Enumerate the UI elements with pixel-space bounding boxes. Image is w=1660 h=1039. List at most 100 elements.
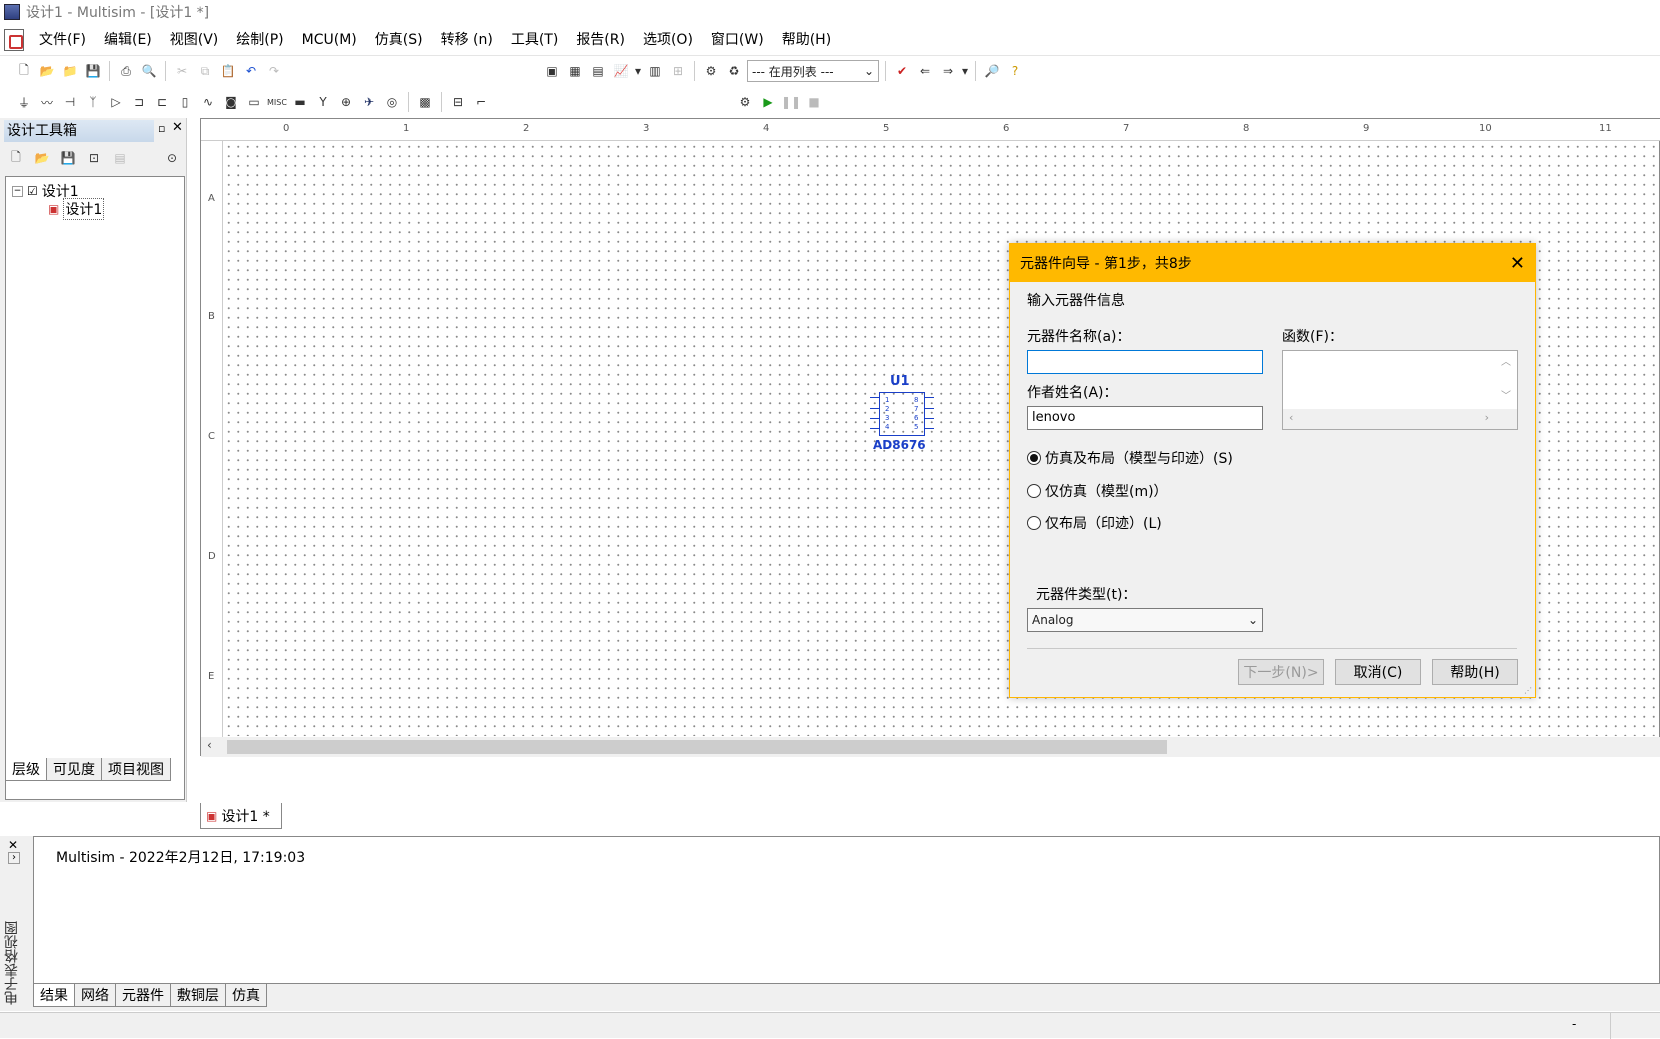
close-icon[interactable]: ✕ xyxy=(172,120,183,135)
paste-icon[interactable]: 📋 xyxy=(218,61,238,81)
advanced-peripherals-icon[interactable]: ▬ xyxy=(290,92,310,112)
scroll-up-icon[interactable]: ︿ xyxy=(1501,353,1511,368)
breadboard-icon[interactable]: ⊞ xyxy=(668,61,688,81)
bus-icon[interactable]: ⌐ xyxy=(471,92,491,112)
scroll-down-icon[interactable]: ﹀ xyxy=(1501,387,1511,402)
menu-place[interactable]: 绘制(P) xyxy=(227,24,292,56)
project-icon[interactable]: ⊙ xyxy=(162,148,182,168)
menu-window[interactable]: 窗口(W) xyxy=(702,24,773,56)
rf-icon[interactable]: Y xyxy=(313,92,333,112)
scroll-left-icon[interactable]: ‹ xyxy=(1289,411,1293,424)
document-tab[interactable]: ▣ 设计1 * xyxy=(200,803,282,829)
print-icon[interactable]: ⎙ xyxy=(116,61,136,81)
radio-sim-only[interactable] xyxy=(1027,484,1041,498)
menu-tools[interactable]: 工具(T) xyxy=(502,24,567,56)
tab-copper-layers[interactable]: 敷铜层 xyxy=(170,984,226,1007)
function-textarea[interactable]: ︿ ﹀ ‹ › xyxy=(1282,350,1518,430)
menu-reports[interactable]: 报告(R) xyxy=(567,24,634,56)
electromechanical-icon[interactable]: ⊕ xyxy=(336,92,356,112)
close-icon[interactable]: ✕ xyxy=(1510,253,1525,274)
copy-icon[interactable]: ⧉ xyxy=(195,61,215,81)
radio-sim-layout[interactable] xyxy=(1027,451,1041,465)
open-folder-icon[interactable]: 📂 xyxy=(32,148,52,168)
redo-icon[interactable]: ↷ xyxy=(264,61,284,81)
document-icon[interactable] xyxy=(4,28,24,51)
inuse-list-dropdown[interactable]: --- 在用列表 --- ⌄ xyxy=(747,60,879,82)
tab-components[interactable]: 元器件 xyxy=(115,984,171,1007)
cancel-button[interactable]: 取消(C) xyxy=(1335,659,1421,685)
diode-icon[interactable]: ⊣ xyxy=(60,92,80,112)
ttl-icon[interactable]: ⊐ xyxy=(129,92,149,112)
save-icon[interactable]: 💾 xyxy=(83,61,103,81)
menu-options[interactable]: 选项(O) xyxy=(634,24,702,56)
component-name-input[interactable] xyxy=(1027,350,1263,374)
cut-icon[interactable]: ✂ xyxy=(172,61,192,81)
horizontal-scrollbar[interactable]: ‹ › xyxy=(1283,409,1517,429)
scroll-thumb[interactable] xyxy=(227,740,1167,754)
analog-icon[interactable]: ▷ xyxy=(106,92,126,112)
close-icon[interactable]: ✕ xyxy=(8,838,18,852)
dock-icon[interactable]: › xyxy=(8,852,20,864)
description-box-icon[interactable]: ▥ xyxy=(645,61,665,81)
option-sim-only[interactable]: 仅仿真（模型(m)） xyxy=(1027,481,1168,501)
print-preview-icon[interactable]: 🔍 xyxy=(139,61,159,81)
tab-simulation[interactable]: 仿真 xyxy=(225,984,267,1007)
chevron-down-icon[interactable]: ▾ xyxy=(634,61,642,81)
tab-results[interactable]: 结果 xyxy=(33,984,75,1007)
component-type-select[interactable]: Analog ⌄ xyxy=(1027,608,1263,632)
misc-icon[interactable]: MISC xyxy=(267,92,287,112)
find-examples-icon[interactable]: 🔎 xyxy=(982,61,1002,81)
menu-simulate[interactable]: 仿真(S) xyxy=(366,24,432,56)
tab-visibility[interactable]: 可见度 xyxy=(46,758,102,781)
tree-child-node[interactable]: ▣ 设计1 xyxy=(48,198,105,220)
new-file-icon[interactable]: 🗋 xyxy=(6,148,26,168)
scroll-left-icon[interactable]: ‹ xyxy=(207,738,212,752)
tab-hierarchy[interactable]: 层级 xyxy=(5,758,47,781)
interactive-sim-icon[interactable]: ⚙ xyxy=(735,92,755,112)
menu-mcu[interactable]: MCU(M) xyxy=(293,24,366,56)
resize-grip-icon[interactable]: ⋰ xyxy=(1524,686,1532,695)
run-icon[interactable]: ▶ xyxy=(758,92,778,112)
mcu-icon[interactable]: ▩ xyxy=(415,92,435,112)
hierarchical-block-icon[interactable]: ⊟ xyxy=(448,92,468,112)
collapse-icon[interactable]: − xyxy=(12,185,23,197)
undo-icon[interactable]: ↶ xyxy=(241,61,261,81)
dock-icon[interactable]: ▫ xyxy=(158,122,165,135)
power-component-icon[interactable]: ▭ xyxy=(244,92,264,112)
menu-view[interactable]: 视图(V) xyxy=(161,24,228,56)
back-annotate-icon[interactable]: ⇐ xyxy=(915,61,935,81)
transistor-icon[interactable]: ᛉ xyxy=(83,92,103,112)
pause-icon[interactable]: ❚❚ xyxy=(781,92,801,112)
scroll-right-icon[interactable]: › xyxy=(1485,411,1489,424)
open-folder-icon[interactable]: 📂 xyxy=(37,61,57,81)
electrical-rules-icon[interactable]: ♻ xyxy=(724,61,744,81)
database-manager-icon[interactable]: ▤ xyxy=(588,61,608,81)
menu-file[interactable]: 文件(F) xyxy=(30,24,95,56)
ni-components-icon[interactable]: ✈ xyxy=(359,92,379,112)
next-button[interactable]: 下一步(N)> xyxy=(1238,659,1324,685)
help-button[interactable]: 帮助(H) xyxy=(1432,659,1518,685)
indicator-icon[interactable]: ◙ xyxy=(221,92,241,112)
rename-icon[interactable]: ▤ xyxy=(110,148,130,168)
connector-icon[interactable]: ◎ xyxy=(382,92,402,112)
option-layout-only[interactable]: 仅布局（印迹）(L) xyxy=(1027,513,1162,533)
design-toolbox-icon[interactable]: ▣ xyxy=(542,61,562,81)
grapher-icon[interactable]: 📈 xyxy=(611,61,631,81)
forward-annotate-icon[interactable]: ⇒ xyxy=(938,61,958,81)
tab-nets[interactable]: 网络 xyxy=(74,984,116,1007)
tab-project-view[interactable]: 项目视图 xyxy=(101,758,171,781)
chevron-down-icon[interactable]: ▾ xyxy=(961,61,969,81)
basic-icon[interactable]: 〰 xyxy=(37,92,57,112)
new-file-icon[interactable]: 🗋 xyxy=(14,61,34,81)
menu-transfer[interactable]: 转移 (n) xyxy=(432,24,502,56)
save-icon[interactable]: 💾 xyxy=(58,148,78,168)
open-sample-icon[interactable]: 📁 xyxy=(60,61,80,81)
horizontal-scrollbar[interactable]: ‹ xyxy=(201,737,1660,757)
close-file-icon[interactable]: ⊡ xyxy=(84,148,104,168)
radio-layout-only[interactable] xyxy=(1027,516,1041,530)
menu-help[interactable]: 帮助(H) xyxy=(773,24,840,56)
component-wizard-icon[interactable]: ⚙ xyxy=(701,61,721,81)
option-sim-layout[interactable]: 仿真及布局（模型与印迹）(S) xyxy=(1027,448,1233,468)
source-icon[interactable]: ⏚ xyxy=(14,92,34,112)
mixed-icon[interactable]: ∿ xyxy=(198,92,218,112)
